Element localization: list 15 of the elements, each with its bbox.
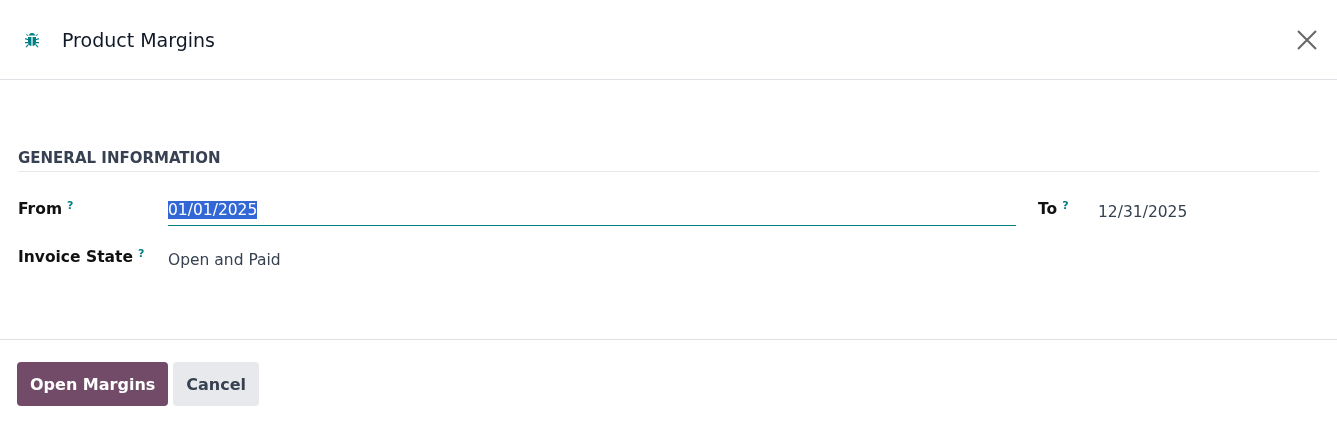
help-tooltip[interactable]: ? bbox=[1062, 200, 1069, 211]
close-button[interactable] bbox=[1297, 29, 1317, 50]
dialog-title: Product Margins bbox=[62, 28, 216, 51]
field-value: Open and Paid bbox=[168, 250, 282, 271]
field-value: 12/31/2025 bbox=[1098, 202, 1189, 223]
help-tooltip[interactable]: ? bbox=[137, 248, 145, 259]
date-field[interactable]: 01/01/2025 bbox=[168, 198, 1016, 226]
bug-icon bbox=[24, 31, 40, 48]
cancel-button[interactable]: Cancel bbox=[173, 362, 260, 406]
field-label: Invoice State bbox=[18, 248, 133, 266]
section-heading: GENERAL INFORMATION bbox=[18, 149, 222, 169]
open-margins-button[interactable]: Open Margins bbox=[17, 362, 169, 406]
help-tooltip[interactable]: ? bbox=[67, 200, 74, 211]
field-label: From bbox=[18, 200, 63, 218]
field-label: To bbox=[1038, 200, 1058, 218]
